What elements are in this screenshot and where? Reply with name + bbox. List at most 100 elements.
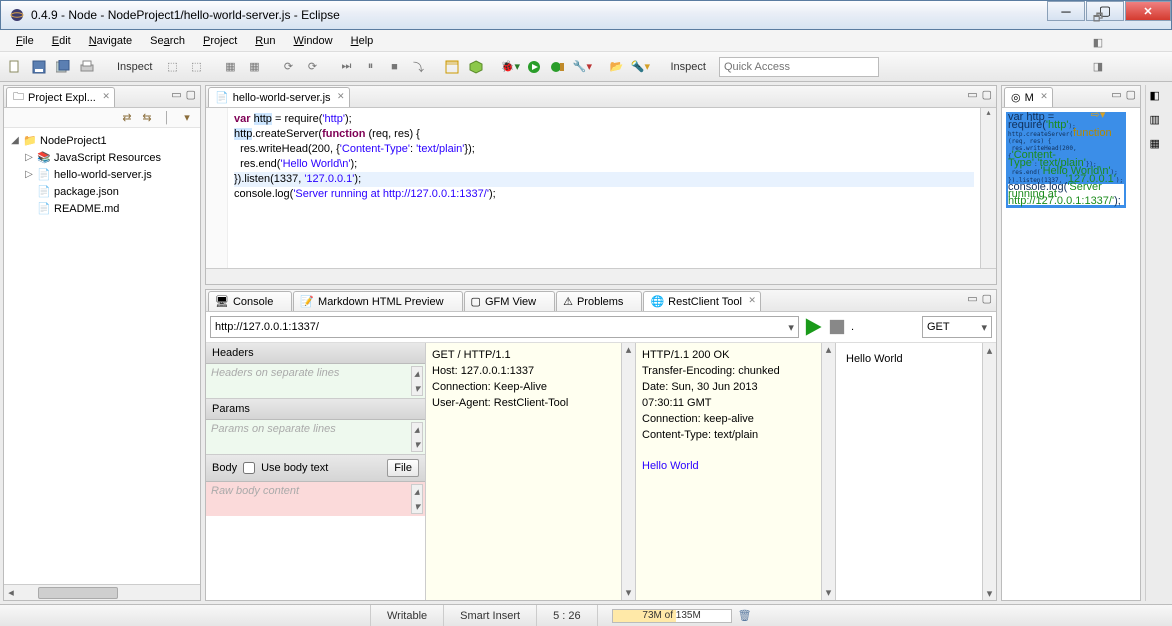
vscrollbar[interactable]: ▴▾: [821, 343, 835, 600]
send-request-button[interactable]: [803, 317, 823, 337]
url-input[interactable]: http://127.0.0.1:1337/▾: [210, 316, 799, 338]
maximize-view-icon[interactable]: ▢: [982, 292, 992, 305]
params-label: Params: [206, 399, 425, 420]
save-all-button[interactable]: [52, 56, 74, 78]
persp-b[interactable]: ◨: [1087, 56, 1109, 78]
menu-file[interactable]: File: [8, 33, 42, 49]
status-position: 5 : 26: [536, 605, 597, 626]
search-button[interactable]: 🔦▾: [629, 56, 651, 78]
menu-search[interactable]: Search: [142, 33, 193, 49]
menu-navigate[interactable]: Navigate: [81, 33, 140, 49]
tool-c[interactable]: ▦: [219, 56, 241, 78]
node-button[interactable]: [465, 56, 487, 78]
vscrollbar[interactable]: ▴: [980, 108, 996, 268]
step-button[interactable]: ⤵: [407, 56, 429, 78]
save-button[interactable]: [28, 56, 50, 78]
memory-bar[interactable]: 73M of 135M: [612, 609, 732, 623]
project-tree[interactable]: ◢ 📁 NodeProject1 ▷ 📚 JavaScript Resource…: [4, 128, 200, 584]
inspect-button[interactable]: Inspect: [110, 56, 159, 78]
expand-icon[interactable]: ▷: [24, 169, 34, 180]
body-file-button[interactable]: File: [387, 459, 419, 477]
filter-icon[interactable]: │: [160, 111, 174, 125]
ext-tools-button[interactable]: 🔧▾: [571, 56, 593, 78]
debug-button[interactable]: 🐞▾: [499, 56, 521, 78]
open-type-button[interactable]: 📂: [605, 56, 627, 78]
maximize-view-icon[interactable]: ▢: [1126, 88, 1136, 101]
maximize-view-icon[interactable]: ▢: [186, 88, 196, 101]
print-button[interactable]: [76, 56, 98, 78]
close-icon[interactable]: ✕: [1040, 91, 1048, 102]
http-method-select[interactable]: GET▾: [922, 316, 992, 338]
menu-window[interactable]: Window: [285, 33, 340, 49]
dropdown-icon[interactable]: ▾: [788, 321, 794, 334]
hscrollbar[interactable]: [206, 268, 996, 284]
close-icon[interactable]: ✕: [748, 295, 756, 306]
menu-edit[interactable]: Edit: [44, 33, 79, 49]
code-editor[interactable]: var http = require('http'); http.createS…: [206, 108, 996, 268]
link-editor-icon[interactable]: ⇆: [140, 111, 154, 125]
body-input[interactable]: Raw body content▴▾: [206, 482, 425, 516]
headers-input[interactable]: Headers on separate lines▴▾: [206, 364, 425, 398]
minimize-view-icon[interactable]: ▭: [967, 88, 977, 101]
perspective-button[interactable]: [441, 56, 463, 78]
tool-d[interactable]: ▦: [243, 56, 265, 78]
persp-open-button[interactable]: 🗗: [1087, 8, 1109, 30]
tree-root[interactable]: ◢ 📁 NodeProject1: [6, 132, 198, 149]
use-body-checkbox[interactable]: [243, 462, 255, 474]
tree-item-js-resources[interactable]: ▷ 📚 JavaScript Resources: [6, 149, 198, 166]
expand-icon[interactable]: ◢: [10, 135, 20, 146]
tool-a[interactable]: ⬚: [161, 56, 183, 78]
close-icon[interactable]: ✕: [102, 91, 110, 102]
skip-button[interactable]: ⏭: [335, 56, 357, 78]
menu-run[interactable]: Run: [247, 33, 283, 49]
request-form: Headers Headers on separate lines▴▾ Para…: [206, 343, 426, 600]
pause-button[interactable]: ⏸: [359, 56, 381, 78]
outline-tab[interactable]: ◎ M ✕: [1004, 87, 1053, 107]
project-explorer-tab[interactable]: 🗀 Project Expl... ✕: [6, 87, 115, 107]
dropdown-icon[interactable]: ▾: [981, 321, 987, 334]
fastview-icon-3[interactable]: ▦: [1150, 137, 1166, 153]
tab-restclient[interactable]: 🌐RestClient Tool✕: [643, 291, 760, 311]
run-button[interactable]: [523, 56, 545, 78]
maximize-view-icon[interactable]: ▢: [982, 88, 992, 101]
inspect2-button[interactable]: Inspect: [663, 56, 712, 78]
view-menu-icon[interactable]: ▾: [180, 111, 194, 125]
gc-button[interactable]: 🗑: [738, 609, 752, 622]
vscrollbar[interactable]: ▴▾: [621, 343, 635, 600]
stop-request-button[interactable]: [827, 317, 847, 337]
params-input[interactable]: Params on separate lines▴▾: [206, 420, 425, 454]
history-button[interactable]: .: [851, 321, 854, 333]
tab-gfm[interactable]: ▢GFM View: [464, 291, 556, 311]
quick-access-input[interactable]: [719, 57, 879, 77]
minimize-view-icon[interactable]: ▭: [967, 292, 977, 305]
menu-help[interactable]: Help: [343, 33, 382, 49]
status-insert: Smart Insert: [443, 605, 536, 626]
menu-project[interactable]: Project: [195, 33, 245, 49]
new-button[interactable]: [4, 56, 26, 78]
minimize-view-icon[interactable]: ▭: [171, 88, 181, 101]
tree-item-readme[interactable]: 📄 README.md: [6, 200, 198, 217]
use-body-label: Use body text: [261, 462, 328, 474]
tool-f[interactable]: ⟳: [301, 56, 323, 78]
tree-root-label: NodeProject1: [40, 135, 107, 147]
tab-console[interactable]: 🖥Console: [208, 291, 292, 311]
stop-button[interactable]: ■: [383, 56, 405, 78]
run-last-button[interactable]: [547, 56, 569, 78]
hscrollbar[interactable]: ◂: [4, 584, 200, 600]
expand-icon[interactable]: ▷: [24, 152, 34, 163]
statusbar: Writable Smart Insert 5 : 26 73M of 135M…: [0, 604, 1172, 626]
tab-markdown[interactable]: 📝Markdown HTML Preview: [293, 291, 462, 311]
tool-e[interactable]: ⟳: [277, 56, 299, 78]
tool-b[interactable]: ⬚: [185, 56, 207, 78]
editor-tab[interactable]: 📄 hello-world-server.js ✕: [208, 87, 350, 107]
tab-problems[interactable]: ⚠Problems: [556, 291, 642, 311]
persp-a[interactable]: ◧: [1087, 32, 1109, 54]
collapse-all-icon[interactable]: ⇄: [120, 111, 134, 125]
tree-item-package-json[interactable]: 📄 package.json: [6, 183, 198, 200]
close-icon[interactable]: ✕: [337, 91, 345, 102]
tree-item-hello-server[interactable]: ▷ 📄 hello-world-server.js: [6, 166, 198, 183]
code-area[interactable]: var http = require('http'); http.createS…: [228, 108, 980, 268]
vscrollbar[interactable]: ▴▾: [982, 343, 996, 600]
outline-minimap[interactable]: var http = require('http'); http.createS…: [1002, 108, 1140, 600]
minimize-view-icon[interactable]: ▭: [1111, 88, 1121, 101]
